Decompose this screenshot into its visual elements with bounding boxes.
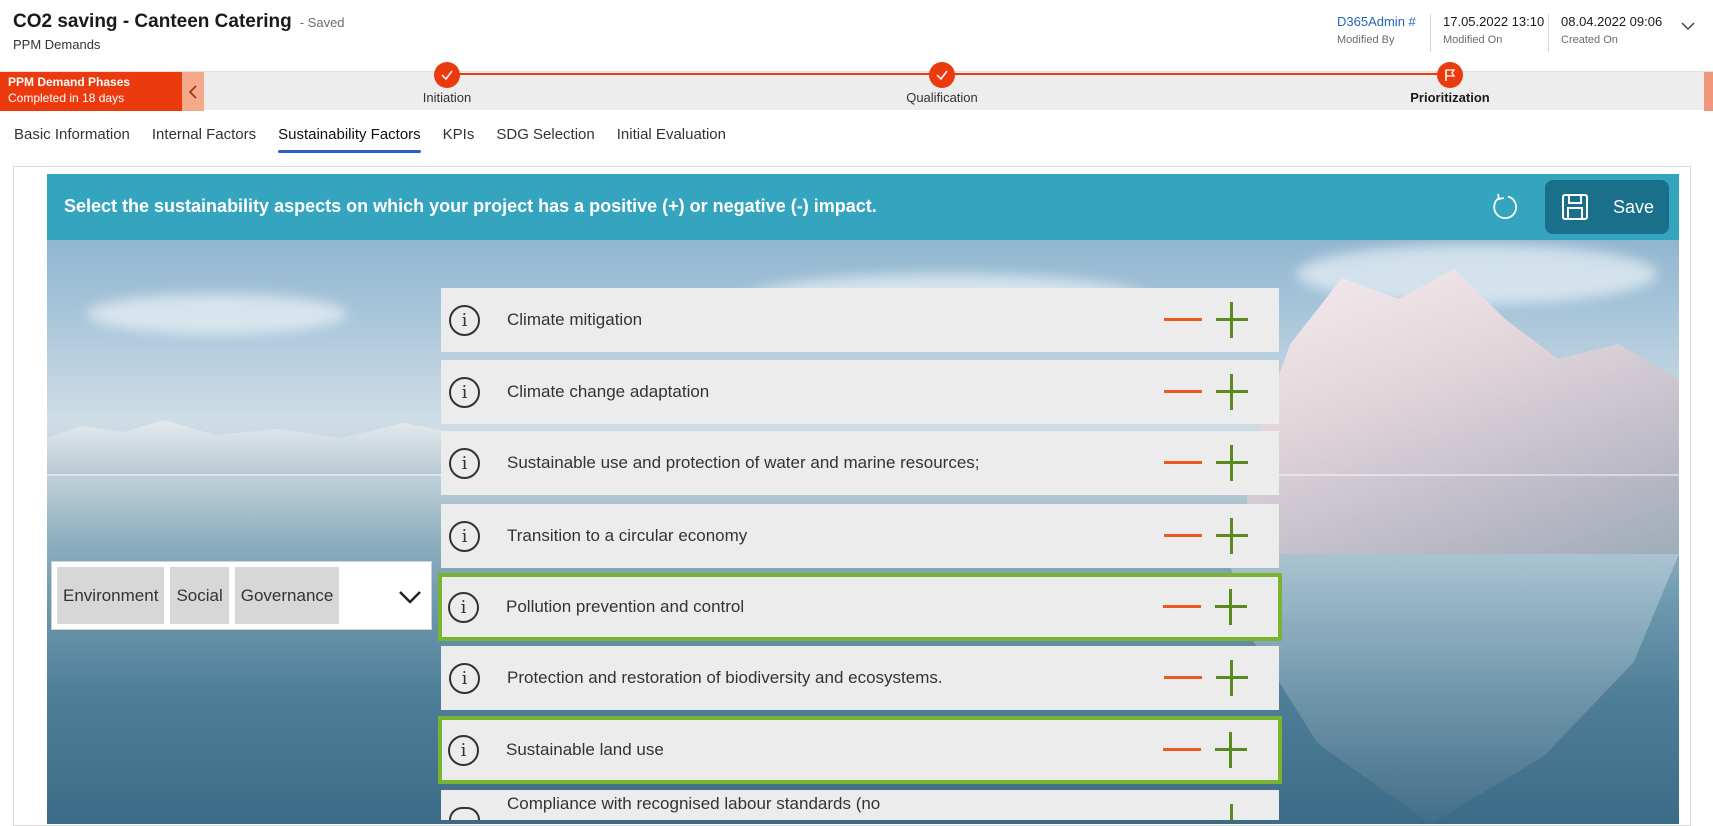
instruction-banner: Select the sustainability aspects on whi… [47, 174, 1679, 240]
aspect-label: Transition to a circular economy [507, 526, 748, 545]
info-icon[interactable]: i [449, 305, 480, 336]
info-icon[interactable]: i [449, 521, 480, 552]
chevron-left-icon [188, 84, 197, 99]
negative-impact-minus-icon[interactable] [1163, 605, 1201, 608]
stage-label: Prioritization [1410, 90, 1490, 105]
positive-impact-plus-icon[interactable] [1216, 518, 1248, 554]
negative-impact-minus-icon[interactable] [1164, 390, 1202, 393]
stage-initiation[interactable]: Initiation [367, 62, 527, 105]
iceberg-left-shape [47, 420, 467, 474]
cloud-shape [87, 294, 347, 334]
stage-active-dot [1437, 62, 1463, 88]
header-expand-chevron-icon[interactable] [1680, 18, 1696, 34]
info-icon[interactable]: i [449, 377, 480, 408]
info-icon[interactable]: i [449, 448, 480, 479]
tab-sustainability-factors[interactable]: Sustainability Factors [278, 110, 432, 156]
positive-impact-plus-icon[interactable] [1216, 374, 1248, 410]
form-header: CO2 saving - Canteen Catering - Saved PP… [0, 0, 1713, 71]
positive-impact-plus-icon[interactable] [1216, 302, 1248, 338]
esg-category-selector[interactable]: Environment Social Governance [51, 561, 432, 630]
stage-label: Qualification [906, 90, 978, 105]
title-row: CO2 saving - Canteen Catering - Saved [13, 11, 345, 33]
info-icon[interactable]: i [448, 592, 479, 623]
negative-impact-minus-icon[interactable] [1164, 461, 1202, 464]
info-icon[interactable]: i [448, 735, 479, 766]
negative-impact-minus-icon[interactable] [1163, 748, 1201, 751]
process-duration: Completed in 18 days [8, 91, 125, 105]
stage-label: Initiation [422, 90, 472, 105]
positive-impact-plus-icon[interactable] [1216, 660, 1248, 696]
flag-icon [1445, 69, 1456, 81]
record-title: CO2 saving - Canteen Catering [13, 11, 292, 32]
aspect-label: Sustainable land use [506, 740, 664, 759]
business-process-flow: PPM Demand Phases Completed in 18 days I… [0, 62, 1713, 111]
floppy-disk-icon [1562, 194, 1588, 220]
process-next-stage-button[interactable] [1704, 72, 1713, 111]
aspect-row-climate-mitigation[interactable]: i Climate mitigation [441, 288, 1279, 352]
instruction-text: Select the sustainability aspects on whi… [64, 196, 877, 216]
aspect-label: Climate mitigation [507, 310, 643, 329]
stage-qualification[interactable]: Qualification [862, 62, 1022, 105]
save-button[interactable]: Save [1545, 180, 1669, 234]
check-icon [441, 70, 453, 81]
refresh-icon [1493, 193, 1518, 219]
created-on-label: Created On [1561, 34, 1618, 46]
iceberg-underwater-shape [1227, 554, 1679, 824]
entity-name: PPM Demands [13, 37, 101, 52]
esg-tag-social[interactable]: Social [170, 567, 229, 624]
positive-impact-plus-icon[interactable] [1216, 804, 1248, 820]
info-icon[interactable] [449, 807, 480, 820]
tab-basic-information[interactable]: Basic Information [14, 110, 141, 156]
chevron-down-icon[interactable] [397, 584, 423, 610]
info-icon[interactable]: i [449, 663, 480, 694]
modified-on-label: Modified On [1443, 34, 1503, 46]
esg-tag-environment[interactable]: Environment [57, 567, 165, 624]
process-track: Initiation Qualification Prioritization [423, 62, 1490, 105]
tab-kpis[interactable]: KPIs [443, 110, 486, 156]
modified-by-label: Modified By [1337, 34, 1395, 46]
tab-internal-factors[interactable]: Internal Factors [152, 110, 267, 156]
tab-sdg-selection[interactable]: SDG Selection [496, 110, 605, 156]
stage-completed-dot [434, 62, 460, 88]
stage-completed-dot [929, 62, 955, 88]
meta-modified-by: D365Admin # Modified By [1325, 14, 1428, 52]
tab-initial-evaluation[interactable]: Initial Evaluation [617, 110, 737, 156]
save-label: Save [1613, 196, 1655, 217]
negative-impact-minus-icon[interactable] [1164, 534, 1202, 537]
reset-button[interactable] [1487, 189, 1523, 225]
positive-impact-plus-icon[interactable] [1215, 589, 1247, 625]
form-tabs: Basic Information Internal Factors Susta… [0, 110, 1713, 156]
positive-impact-plus-icon[interactable] [1216, 445, 1248, 481]
aspect-row-water-marine[interactable]: i Sustainable use and protection of wate… [441, 431, 1279, 495]
negative-impact-minus-icon[interactable] [1164, 318, 1202, 321]
modified-on-value: 17.05.2022 13:10 [1443, 14, 1545, 29]
check-icon [936, 70, 948, 81]
process-name: PPM Demand Phases [8, 75, 131, 89]
aspect-label: Climate change adaptation [507, 382, 710, 401]
meta-created-on: 08.04.2022 09:06 Created On [1548, 14, 1674, 52]
aspect-row-pollution-prevention[interactable]: i Pollution prevention and control [438, 573, 1282, 641]
aspect-row-climate-change-adaptation[interactable]: i Climate change adaptation [441, 360, 1279, 424]
aspect-label: Pollution prevention and control [506, 597, 745, 616]
save-status: - Saved [299, 15, 345, 30]
process-collapse-button[interactable] [182, 72, 204, 111]
negative-impact-minus-icon[interactable] [1164, 676, 1202, 679]
esg-tag-governance[interactable]: Governance [234, 567, 340, 624]
aspect-row-biodiversity[interactable]: i Protection and restoration of biodiver… [441, 646, 1279, 710]
aspect-label: Sustainable use and protection of water … [507, 453, 980, 472]
modified-by-link[interactable]: D365Admin # [1337, 14, 1416, 29]
aspect-row-circular-economy[interactable]: i Transition to a circular economy [441, 504, 1279, 568]
aspect-label: Compliance with recognised labour standa… [507, 794, 881, 813]
aspect-label: Protection and restoration of biodiversi… [507, 668, 943, 687]
iceberg-right-shape [1247, 269, 1679, 554]
meta-modified-on: 17.05.2022 13:10 Modified On [1430, 14, 1556, 52]
created-on-value: 08.04.2022 09:06 [1561, 14, 1663, 29]
stage-prioritization[interactable]: Prioritization [1370, 62, 1530, 105]
positive-impact-plus-icon[interactable] [1215, 732, 1247, 768]
aspect-row-labour-standards[interactable]: Compliance with recognised labour standa… [441, 790, 1279, 820]
aspect-row-sustainable-land-use[interactable]: i Sustainable land use [438, 716, 1282, 784]
process-phase-label[interactable]: PPM Demand Phases Completed in 18 days [0, 72, 182, 111]
